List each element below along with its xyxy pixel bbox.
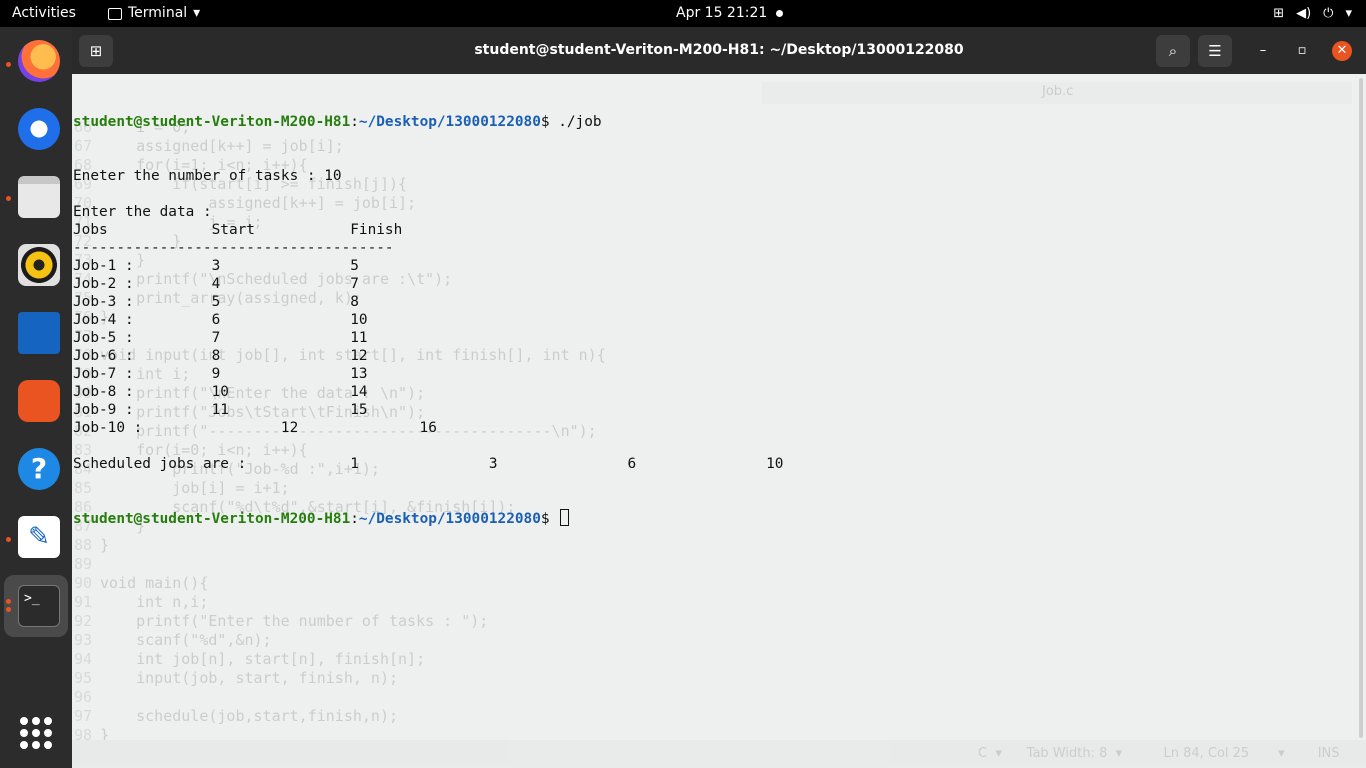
output-line: Job-5 : 7 11 (73, 330, 368, 346)
maximize-button[interactable]: ▫ (1292, 41, 1312, 61)
dock-thunderbird[interactable] (4, 98, 68, 160)
clock[interactable]: Apr 15 21:21 (676, 0, 767, 27)
running-indicator (6, 599, 11, 604)
network-icon: ⊞ (1273, 6, 1285, 21)
dock-writer[interactable] (4, 302, 68, 364)
dock: ? ✎ >_ (0, 27, 72, 768)
output-line: Job-7 : 9 13 (73, 366, 368, 382)
terminal-output: student@student-Veriton-M200-H81:~/Deskt… (73, 77, 783, 563)
scrollbar[interactable] (1359, 78, 1363, 738)
header-bar: ⊞ student@student-Veriton-M200-H81: ~/De… (72, 27, 1366, 74)
notification-dot-icon (776, 10, 783, 17)
files-icon (18, 176, 60, 218)
output-line: Eneter the number of tasks : 10 (73, 168, 342, 184)
minimize-button[interactable]: – (1253, 41, 1273, 61)
output-line: ------------------------------------- (73, 240, 394, 256)
show-applications-button[interactable] (20, 717, 52, 749)
output-line: Job-1 : 3 5 (73, 258, 359, 274)
terminal-area[interactable]: Job.c 66 67 68 69 70 71 72 73 74 75 76 7… (72, 74, 1366, 768)
prompt-user: student@student-Veriton-M200-H81 (73, 511, 351, 527)
app-menu[interactable]: Terminal ▾ (108, 0, 200, 27)
output-line: Job-4 : 6 10 (73, 312, 368, 328)
chevron-down-icon: ▾ (1345, 6, 1352, 21)
prompt-path: ~/Desktop/13000122080 (358, 511, 541, 527)
activities-button[interactable]: Activities (12, 0, 76, 27)
firefox-icon (18, 40, 60, 82)
running-indicator (6, 62, 11, 67)
app-menu-label: Terminal (128, 5, 188, 21)
output-line: Job-10 : 12 16 (73, 420, 437, 436)
software-store-icon (18, 380, 60, 422)
dock-software[interactable] (4, 370, 68, 432)
thunderbird-icon (18, 108, 60, 150)
output-line: Job-8 : 10 14 (73, 384, 368, 400)
dock-terminal[interactable]: >_ (4, 575, 68, 637)
prompt-user: student@student-Veriton-M200-H81 (73, 114, 351, 130)
output-line: Job-3 : 5 8 (73, 294, 359, 310)
running-indicator (6, 196, 11, 201)
hamburger-icon: ☰ (1208, 42, 1222, 60)
dock-rhythmbox[interactable] (4, 234, 68, 296)
close-button[interactable]: ✕ (1332, 41, 1352, 61)
output-line: Job-6 : 8 12 (73, 348, 368, 364)
rhythmbox-icon (18, 244, 60, 286)
text-cursor (560, 509, 570, 526)
terminal-icon: >_ (18, 585, 60, 627)
writer-icon (18, 312, 60, 354)
output-line: Enter the data : (73, 204, 212, 220)
menu-button[interactable]: ☰ (1198, 35, 1232, 67)
prompt-path: ~/Desktop/13000122080 (358, 114, 541, 130)
dock-help[interactable]: ? (4, 438, 68, 500)
dock-text-editor[interactable]: ✎ (4, 506, 68, 568)
running-indicator (6, 537, 11, 542)
terminal-icon (108, 7, 122, 20)
volume-icon: ◀) (1296, 6, 1312, 21)
editor-tab-label: Job.c (1042, 84, 1074, 99)
editor-status-text: C ▾ Tab Width: 8 ▾ Ln 84, Col 25 ▾ INS (978, 746, 1340, 761)
prompt-line: student@student-Veriton-M200-H81:~/Deskt… (73, 509, 783, 527)
system-tray[interactable]: ⊞ ◀) ⏻ ▾ (1273, 0, 1352, 27)
chevron-down-icon: ▾ (193, 5, 201, 21)
output-line: Job-9 : 11 15 (73, 402, 368, 418)
help-icon: ? (18, 448, 60, 490)
output-line: Jobs Start Finish (73, 222, 403, 238)
dock-files[interactable] (4, 166, 68, 228)
output-lines: Eneter the number of tasks : 10 Enter the… (73, 167, 783, 473)
top-bar: Activities Terminal ▾ Apr 15 21:21 ⊞ ◀) … (0, 0, 1366, 27)
output-line: Scheduled jobs are : 1 3 6 10 (73, 456, 784, 472)
search-button[interactable]: ⌕ (1156, 35, 1190, 67)
command-text: ./job (558, 114, 602, 130)
prompt-line: student@student-Veriton-M200-H81:~/Deskt… (73, 114, 602, 130)
running-indicator (6, 607, 11, 612)
search-icon: ⌕ (1168, 42, 1178, 60)
terminal-window: ⊞ student@student-Veriton-M200-H81: ~/De… (72, 27, 1366, 768)
power-icon: ⏻ (1323, 6, 1334, 21)
output-line: Job-2 : 4 7 (73, 276, 359, 292)
dock-firefox[interactable] (4, 30, 68, 92)
text-editor-icon: ✎ (18, 516, 60, 558)
